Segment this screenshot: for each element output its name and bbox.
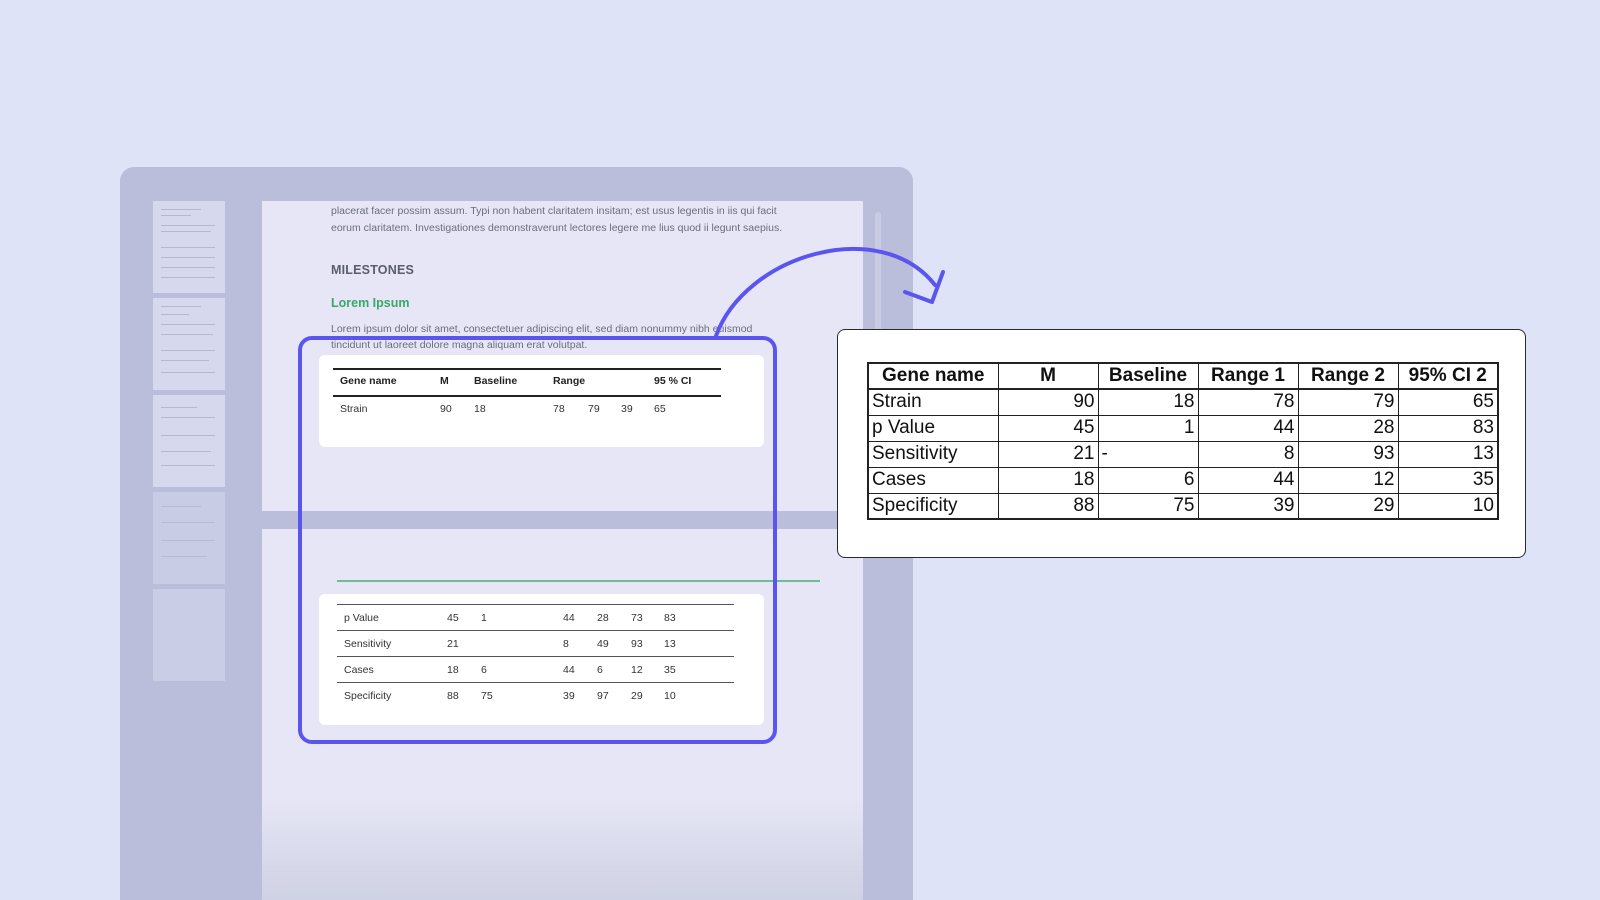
table-cell[interactable]: 29: [1297, 492, 1399, 520]
table-cell[interactable]: 45: [997, 414, 1099, 442]
column-header: 95% CI 2: [1397, 362, 1499, 390]
column-header: M: [997, 362, 1099, 390]
table-row: Specificity 88 75 39 29 10: [867, 492, 1499, 520]
table-row: Sensitivity 21-8 93 13: [867, 440, 1499, 468]
table-cell[interactable]: 18: [997, 466, 1099, 494]
table-cell[interactable]: 79: [1297, 388, 1399, 416]
table-cell[interactable]: 44: [1197, 466, 1299, 494]
table-cell[interactable]: 65: [1397, 388, 1499, 416]
column-header: Baseline: [1097, 362, 1199, 390]
table-cell[interactable]: 8: [1197, 440, 1299, 468]
table-cell[interactable]: 6: [1097, 466, 1199, 494]
table-cell[interactable]: 28: [1297, 414, 1399, 442]
table-cell[interactable]: Sensitivity: [867, 440, 999, 468]
table-cell[interactable]: 93: [1297, 440, 1399, 468]
table-cell[interactable]: 83: [1397, 414, 1499, 442]
table-cell[interactable]: 1: [1097, 414, 1199, 442]
table-cell[interactable]: 10: [1397, 492, 1499, 520]
table-cell[interactable]: 75: [1097, 492, 1199, 520]
extracted-table: Gene name M Baseline Range 1 Range 2 95%…: [867, 362, 1499, 520]
table-cell[interactable]: p Value: [867, 414, 999, 442]
table-cell[interactable]: 21: [997, 440, 1099, 468]
column-header: Range 1: [1197, 362, 1299, 390]
table-cell[interactable]: 39: [1197, 492, 1299, 520]
table-cell[interactable]: 78: [1197, 388, 1299, 416]
table-cell[interactable]: Specificity: [867, 492, 999, 520]
table-cell[interactable]: 35: [1397, 466, 1499, 494]
table-cell[interactable]: Cases: [867, 466, 999, 494]
table-cell[interactable]: 90: [997, 388, 1099, 416]
table-cell[interactable]: Strain: [867, 388, 999, 416]
column-header: Gene name: [867, 362, 999, 390]
table-row: Strain 90 18 78 79 65: [867, 388, 1499, 416]
table-cell[interactable]: 18: [1097, 388, 1199, 416]
column-header: Range 2: [1297, 362, 1399, 390]
table-cell[interactable]: 12: [1297, 466, 1399, 494]
table-row: Cases 18 6 44 12 35: [867, 466, 1499, 494]
table-row: p Value 45 1 44 28 83: [867, 414, 1499, 442]
table-cell[interactable]: 44: [1197, 414, 1299, 442]
table-cell[interactable]: 88: [997, 492, 1099, 520]
extracted-table-card: Gene name M Baseline Range 1 Range 2 95%…: [837, 329, 1526, 558]
table-cell[interactable]: -: [1097, 440, 1199, 468]
table-cell[interactable]: 13: [1397, 440, 1499, 468]
